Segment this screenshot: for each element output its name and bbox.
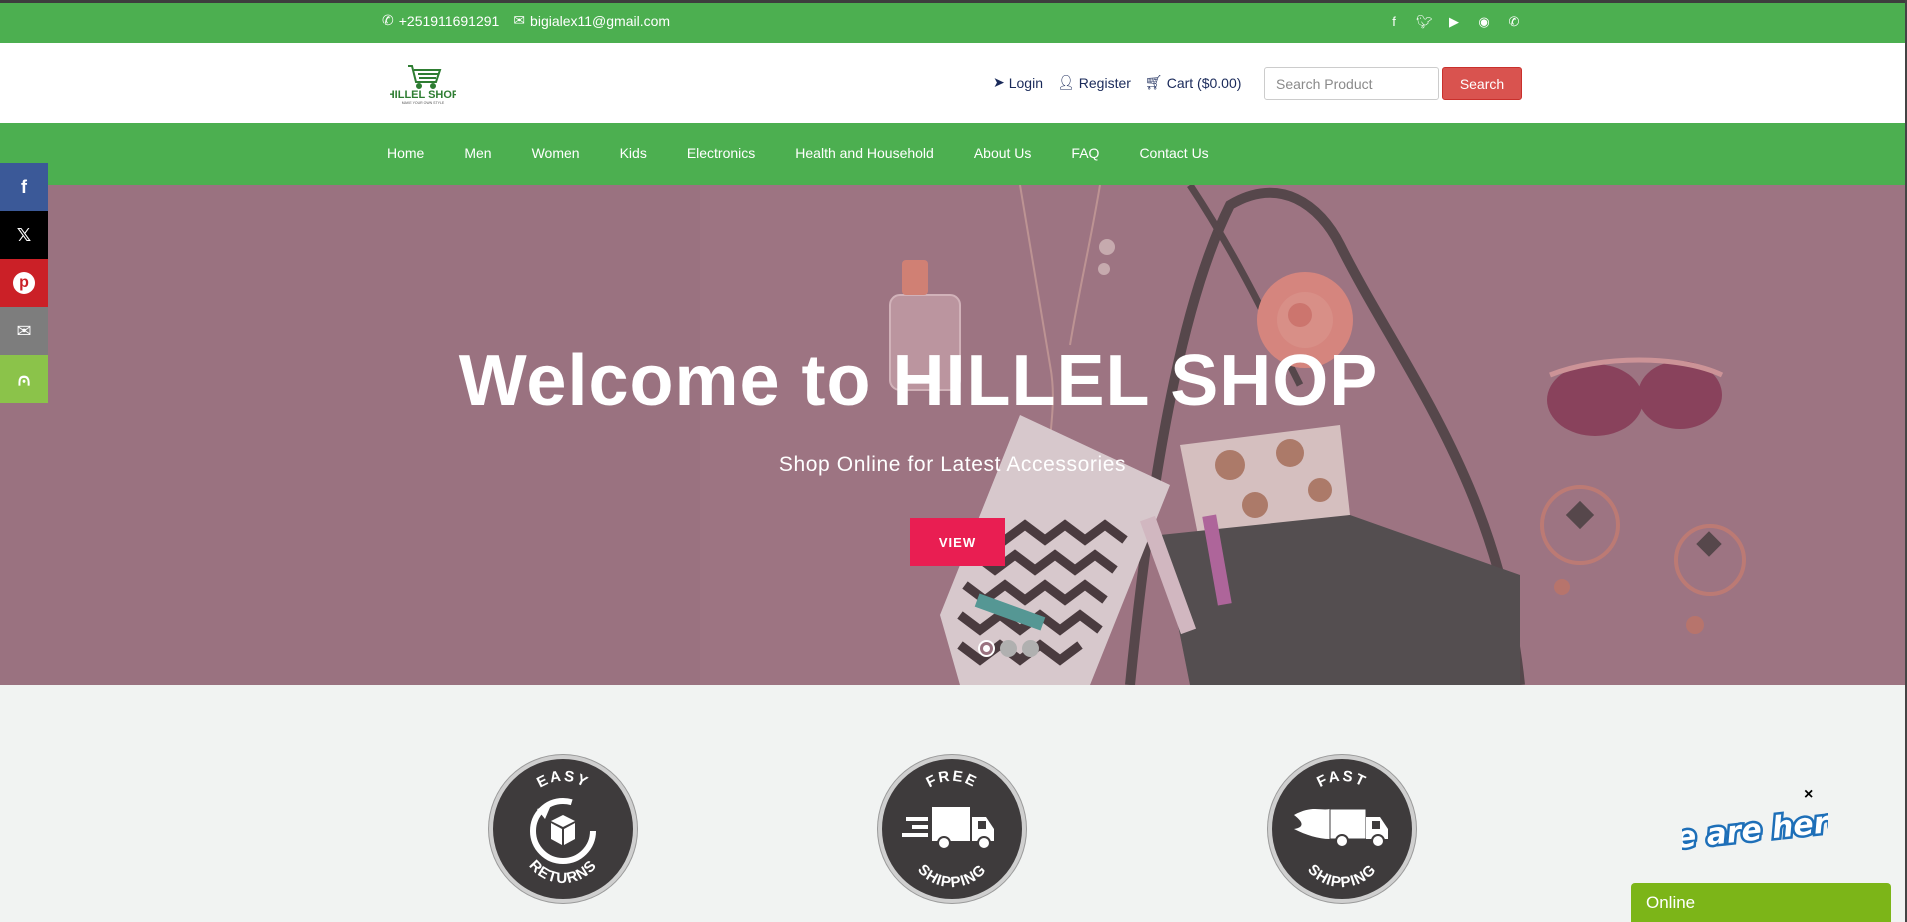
email-item[interactable]: ✉ bigialex11@gmail.com <box>513 12 670 29</box>
hero-subtitle-text: Shop Online for Latest Accessories <box>778 453 1127 476</box>
free-shipping-icon: FREE SHIPPING <box>902 768 994 891</box>
feature-free-shipping: FREE SHIPPING <box>878 755 1026 903</box>
share-email-button[interactable]: ✉ <box>0 307 48 355</box>
nav-item-men[interactable]: Men <box>464 145 491 161</box>
phone-number: +251911691291 <box>398 12 500 29</box>
phone-item[interactable]: ✆ +251911691291 <box>382 12 499 29</box>
we-are-here-text: We are here! <box>1682 810 1828 859</box>
main-nav: Home Men Women Kids Electronics Health a… <box>0 123 1905 185</box>
hero-background-image <box>0 185 1905 685</box>
share-x-button[interactable]: 𝕏 <box>0 211 48 259</box>
chat-status-label: Online <box>1646 893 1696 912</box>
register-link[interactable]: 👤︎ Register <box>1057 74 1131 91</box>
svg-text:EASY: EASY <box>534 768 592 792</box>
slider-dot-1[interactable] <box>978 640 995 657</box>
share-pinterest-button[interactable]: p <box>0 259 48 307</box>
logo-text: HILLEL SHOP <box>390 89 456 101</box>
account-links: ➤ Login 👤︎ Register 🛒︎ Cart ($0.00) <box>993 74 1241 91</box>
login-label: Login <box>1008 74 1043 91</box>
cart-link[interactable]: 🛒︎ Cart ($0.00) <box>1145 74 1241 91</box>
svg-text:FAST: FAST <box>1314 768 1369 791</box>
slider-dot-3[interactable] <box>1022 640 1039 657</box>
share-icon: ⩀ <box>17 368 31 389</box>
nav-item-kids[interactable]: Kids <box>620 145 647 161</box>
chat-online-bar[interactable]: Online <box>1631 883 1891 922</box>
nav-item-health-and-household[interactable]: Health and Household <box>795 145 934 161</box>
search-input[interactable] <box>1264 67 1439 100</box>
share-sidebar: f 𝕏 p ✉ ⩀ <box>0 163 48 403</box>
share-more-button[interactable]: ⩀ <box>0 355 48 403</box>
feature-fast-shipping: FAST SHIPPING <box>1268 755 1416 903</box>
nav-item-about-us[interactable]: About Us <box>974 145 1032 161</box>
youtube-icon[interactable]: ▶ <box>1446 14 1462 30</box>
svg-text:SHIPPING: SHIPPING <box>1304 861 1380 891</box>
hero-view-button[interactable]: VIEW <box>910 518 1005 566</box>
svg-text:FREE: FREE <box>923 768 980 792</box>
contact-info: ✆ +251911691291 ✉ bigialex11@gmail.com <box>382 12 670 29</box>
instagram-icon[interactable]: ◉ <box>1476 14 1492 30</box>
svg-text:SHIPPING: SHIPPING <box>914 861 990 891</box>
facebook-icon[interactable]: f <box>1386 14 1402 30</box>
user-plus-icon: 👤︎ <box>1057 74 1075 90</box>
nav-item-faq[interactable]: FAQ <box>1071 145 1099 161</box>
logo-tagline: MAKE YOUR OWN STYLE <box>402 101 445 105</box>
page: ✆ +251911691291 ✉ bigialex11@gmail.com f… <box>0 0 1907 922</box>
hillel-shop-logo[interactable]: HILLEL SHOP MAKE YOUR OWN STYLE <box>390 60 456 106</box>
slider-dots <box>978 640 1039 657</box>
share-facebook-button[interactable]: f <box>0 163 48 211</box>
phone-icon: ✆ <box>382 12 394 28</box>
hero-title-text: Welcome to HILLEL SHOP <box>458 341 1379 421</box>
nav-item-home[interactable]: Home <box>387 145 424 161</box>
whatsapp-icon[interactable]: ✆ <box>1506 14 1522 30</box>
facebook-icon: f <box>21 176 27 197</box>
x-icon: 𝕏 <box>16 224 32 245</box>
search-button[interactable]: Search <box>1442 67 1522 100</box>
slider-dot-2[interactable] <box>1000 640 1017 657</box>
envelope-icon: ✉ <box>513 12 526 28</box>
top-bar: ✆ +251911691291 ✉ bigialex11@gmail.com f… <box>0 0 1905 43</box>
register-label: Register <box>1078 74 1131 91</box>
cart-label: Cart ($0.00) <box>1166 74 1242 91</box>
fast-shipping-icon: FAST SHIPPING <box>1294 768 1388 891</box>
hero-slider: Welcome to HILLEL SHOP Shop Online for L… <box>0 185 1905 685</box>
pinterest-icon: p <box>13 272 35 294</box>
hero-title: Welcome to HILLEL SHOP <box>0 340 1905 422</box>
nav-item-electronics[interactable]: Electronics <box>687 145 755 161</box>
hero-subtitle: Shop Online for Latest Accessories <box>0 453 1905 477</box>
cart-icon: 🛒︎ <box>1144 74 1163 90</box>
nav-item-women[interactable]: Women <box>532 145 580 161</box>
we-are-here-badge[interactable]: We are here! <box>1682 810 1828 880</box>
email-address: bigialex11@gmail.com <box>530 12 671 29</box>
nav-item-contact-us[interactable]: Contact Us <box>1139 145 1208 161</box>
features-section: EASY RETURNS FREE SHIPPING FAST SHIPPING <box>0 685 1905 922</box>
twitter-icon[interactable]: 🐦︎ <box>1416 14 1433 30</box>
email-icon: ✉ <box>16 320 32 341</box>
feature-easy-returns: EASY RETURNS <box>489 755 637 903</box>
chat-close-button[interactable]: × <box>1804 786 1813 804</box>
site-header: HILLEL SHOP MAKE YOUR OWN STYLE ➤ Login … <box>0 43 1905 123</box>
social-links: f 🐦︎ ▶ ◉ ✆ <box>1386 14 1522 30</box>
sign-in-icon: ➤ <box>993 74 1005 90</box>
easy-returns-icon: EASY RETURNS <box>526 768 600 887</box>
login-link[interactable]: ➤ Login <box>993 74 1043 91</box>
